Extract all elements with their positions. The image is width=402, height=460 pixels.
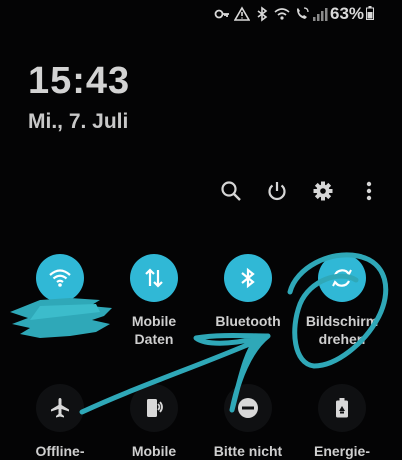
search-icon bbox=[221, 181, 241, 201]
tile-label: Mobile bbox=[131, 443, 177, 459]
tile-wifi[interactable] bbox=[12, 254, 108, 312]
mobile-data-toggle[interactable] bbox=[130, 254, 178, 302]
search-button[interactable] bbox=[216, 176, 246, 206]
power-icon bbox=[268, 182, 286, 201]
rotate-icon bbox=[332, 269, 352, 287]
status-bar: 63% bbox=[0, 0, 402, 28]
bluetooth-toggle[interactable] bbox=[224, 254, 272, 302]
do-not-disturb-icon bbox=[238, 398, 258, 418]
wifi-icon bbox=[49, 269, 71, 287]
do-not-disturb-toggle[interactable] bbox=[224, 384, 272, 432]
tile-label: Bildschirm drehen bbox=[305, 313, 379, 347]
key-icon bbox=[214, 6, 230, 22]
mobile-hotspot-icon bbox=[147, 399, 163, 417]
tile-label: Energie- bbox=[313, 443, 370, 459]
clock-time: 15:43 bbox=[28, 60, 131, 102]
tile-label: Offline- bbox=[35, 443, 85, 459]
gear-icon bbox=[313, 181, 333, 201]
more-options-button[interactable] bbox=[354, 176, 384, 206]
signal-icon bbox=[312, 6, 328, 22]
airplane-icon bbox=[51, 398, 69, 418]
alert-icon bbox=[234, 6, 250, 22]
tile-rotate[interactable]: Bildschirm drehen bbox=[294, 254, 390, 348]
data-arrows-icon bbox=[145, 268, 163, 288]
battery-saver-toggle[interactable] bbox=[318, 384, 366, 432]
tile-label: Mobile Daten bbox=[131, 313, 177, 347]
tile-label: Bluetooth bbox=[215, 313, 281, 329]
tile-mobile-data[interactable]: Mobile Daten bbox=[106, 254, 202, 348]
bluetooth-icon bbox=[254, 6, 270, 22]
tile-do-not-disturb[interactable]: Bitte nicht bbox=[200, 384, 296, 460]
clock-date: Mi., 7. Juli bbox=[28, 110, 129, 133]
vowifi-icon bbox=[294, 6, 310, 22]
battery-percent: 63% bbox=[330, 4, 365, 23]
tile-airplane[interactable]: Offline- bbox=[12, 384, 108, 460]
tile-mobile-hotspot[interactable]: Mobile bbox=[106, 384, 202, 460]
mobile-hotspot-toggle[interactable] bbox=[130, 384, 178, 432]
battery-icon bbox=[366, 6, 374, 20]
power-button[interactable] bbox=[262, 176, 292, 206]
more-vertical-icon bbox=[366, 181, 372, 201]
tile-bluetooth[interactable]: Bluetooth bbox=[200, 254, 296, 330]
wifi-toggle[interactable] bbox=[36, 254, 84, 302]
wifi-call-icon bbox=[274, 6, 290, 22]
tile-label: Bitte nicht bbox=[213, 443, 283, 459]
battery-saver-icon bbox=[336, 398, 348, 418]
airplane-toggle[interactable] bbox=[36, 384, 84, 432]
rotate-toggle[interactable] bbox=[318, 254, 366, 302]
bluetooth-icon bbox=[241, 267, 255, 289]
settings-button[interactable] bbox=[308, 176, 338, 206]
tile-battery-saver[interactable]: Energie- bbox=[294, 384, 390, 460]
